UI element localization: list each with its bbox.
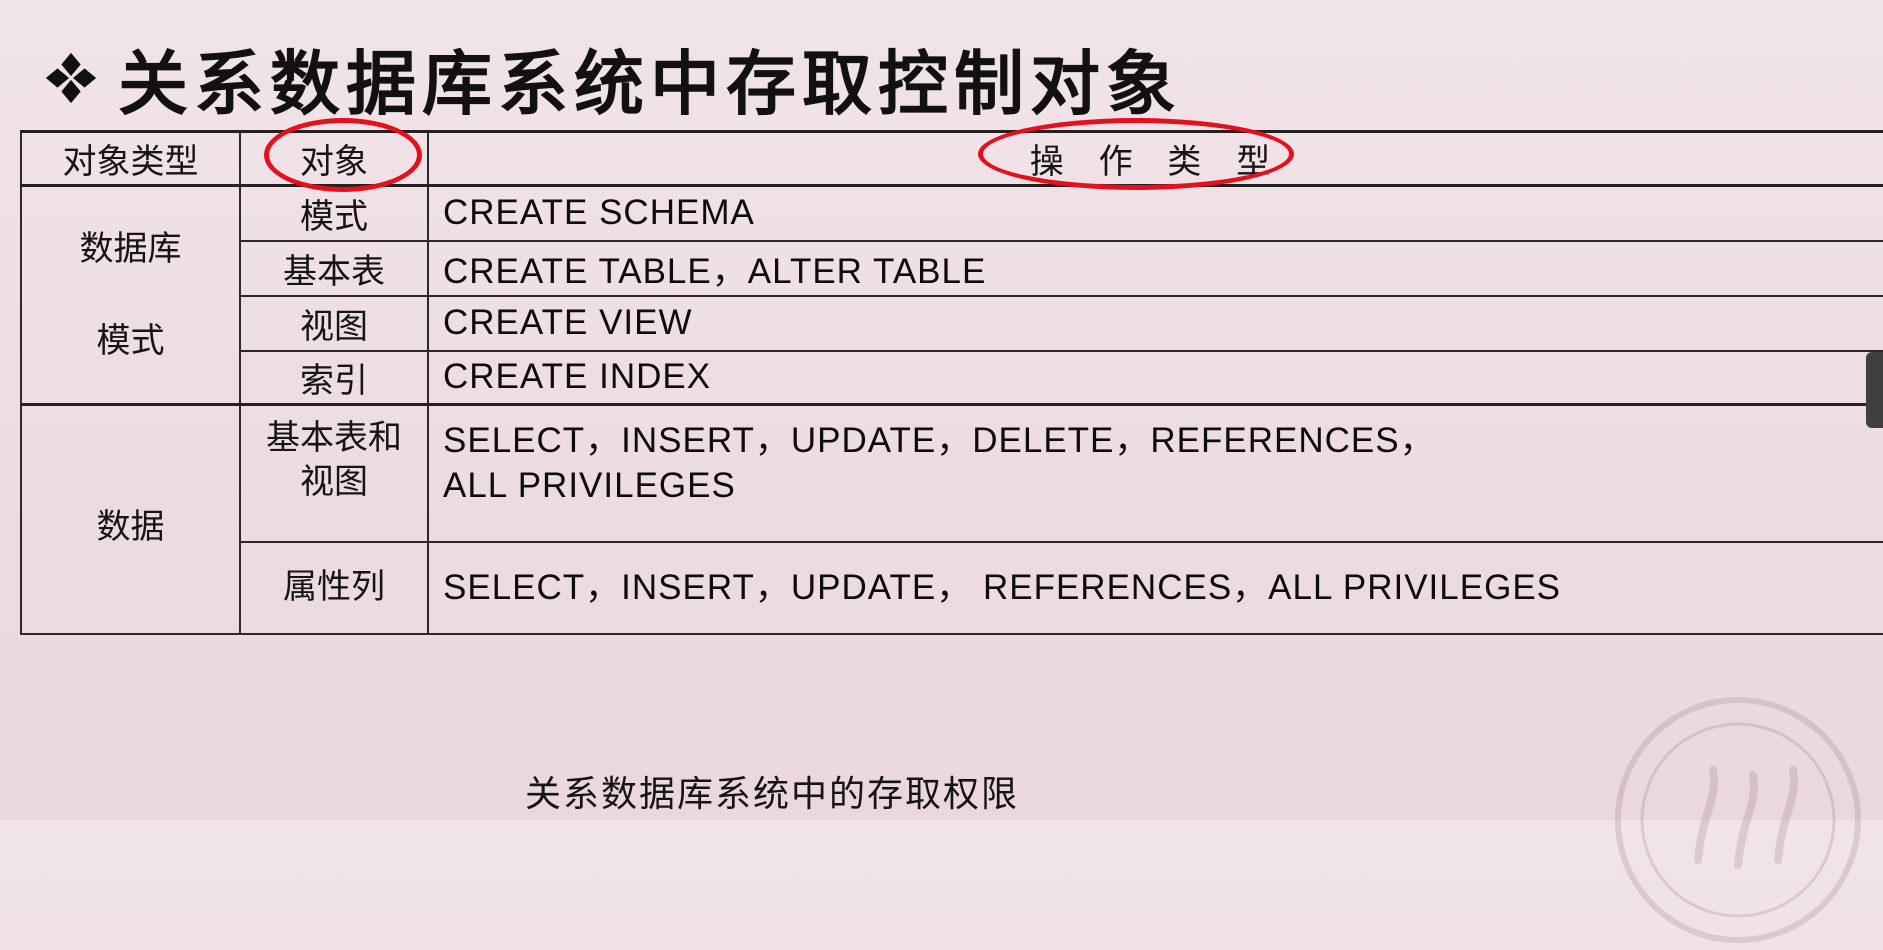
header-operation-type-label: 操 作 类 型: [1029, 142, 1283, 182]
diamond-bullet-icon: [45, 52, 97, 104]
header-object-label: 对象: [300, 142, 368, 182]
operation-cell: CREATE TABLE，ALTER TABLE: [427, 239, 1883, 297]
object-cell: 模式: [239, 184, 429, 242]
table-caption: 关系数据库系统中的存取权限: [525, 774, 1020, 815]
operation-cell: CREATE SCHEMA: [427, 184, 1883, 242]
header-object-type: 对象类型: [20, 130, 241, 187]
operation-cell: SELECT，INSERT，UPDATE， REFERENCES，ALL PRI…: [427, 540, 1883, 635]
object-cell: 索引: [239, 349, 429, 406]
object-label-line2: 视图: [300, 462, 368, 502]
operation-cell: CREATE INDEX: [427, 349, 1883, 406]
object-cell: 属性列: [239, 540, 429, 635]
table-row: 数据库 模式 模式 CREATE SCHEMA: [20, 184, 1883, 406]
header-operation-type: 操 作 类 型: [427, 118, 1883, 190]
operation-cell: SELECT，INSERT，UPDATE，DELETE，REFERENCES， …: [427, 403, 1883, 543]
group-cell-data: 数据: [20, 403, 241, 635]
group-cell-database-schema: 数据库 模式: [20, 184, 241, 406]
object-cell: 基本表: [239, 239, 429, 297]
operation-line1: SELECT，INSERT，UPDATE，DELETE，REFERENCES，: [443, 421, 1436, 460]
table-row: 数据 基本表和 视图 SELECT，INSERT，UPDATE，DELETE，R…: [20, 403, 1883, 635]
object-cell: 基本表和 视图: [239, 403, 429, 543]
table-row: 索引 CREATE INDEX: [21, 349, 1883, 406]
object-cell: 视图: [239, 294, 429, 352]
object-label-line1: 基本表和: [266, 418, 402, 458]
university-seal-icon: [1615, 697, 1861, 943]
group-label-line1: 数据库: [79, 229, 182, 269]
operation-line2: ALL PRIVILEGES: [443, 466, 736, 505]
side-scroll-handle[interactable]: [1866, 352, 1883, 428]
table-header-row: 对象类型 对象 操 作 类 型: [20, 118, 1883, 192]
table-row: 属性列 SELECT，INSERT，UPDATE， REFERENCES，ALL…: [21, 540, 1883, 635]
table-row: 基本表 CREATE TABLE，ALTER TABLE: [21, 239, 1883, 297]
group-label-line2: 模式: [96, 321, 165, 361]
table-row: 视图 CREATE VIEW: [21, 294, 1883, 352]
operation-cell: CREATE VIEW: [427, 294, 1883, 352]
header-object: 对象: [239, 118, 429, 192]
slide-title-row: 关系数据库系统中存取控制对象: [42, 28, 1182, 128]
slide-title: 关系数据库系统中存取控制对象: [118, 42, 1182, 125]
access-control-table: 对象类型 对象 操 作 类 型 数据库 模式 模式 CREATE SCHEMA …: [20, 118, 1883, 635]
